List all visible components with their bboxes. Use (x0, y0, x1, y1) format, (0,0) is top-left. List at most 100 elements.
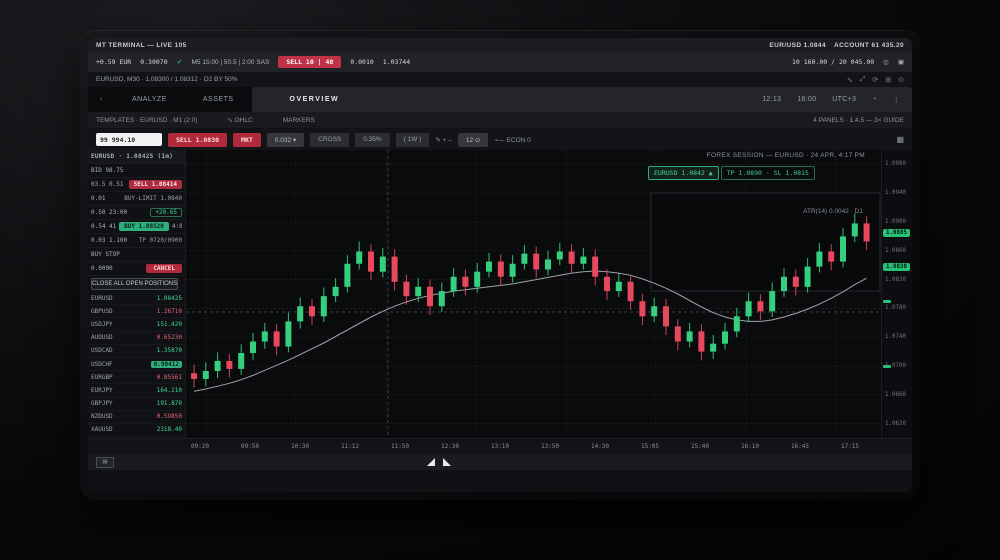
candlestick-chart[interactable]: FOREX SESSION — EURUSD · 24 APR, 4:17 PM… (186, 150, 881, 438)
watchlist-symbol: USDJPY (91, 321, 113, 328)
percent-button[interactable]: 0.35% (355, 133, 389, 147)
price-marker (883, 365, 891, 368)
symbolbar-icons: ∿ ⤢ ⟳ ⊞ ⊙ (847, 76, 904, 84)
pin-icon[interactable]: ◎ (883, 58, 889, 66)
watchlist-symbol: EURGBP (91, 374, 113, 381)
tab-assets[interactable]: ASSETS (185, 87, 252, 112)
price-tick: 1.0740 (885, 334, 906, 340)
time-tick: 16:45 (791, 443, 809, 450)
symbol-info: EURUSD, M30 · 1.08300 / 1.08312 · O2 BY … (96, 76, 238, 83)
watchlist-item-eurjpy[interactable]: EURJPY164.210 (88, 384, 185, 397)
spread-value: 0.0010 (350, 58, 373, 66)
quote-delta: +0.59 EUR (96, 58, 131, 66)
order-row-label: 0.50 23:00 (91, 209, 127, 216)
time-tick: 11:12 (341, 443, 359, 450)
buy-order-pill[interactable]: BUY 1.08520 (119, 222, 169, 231)
back-chevron-icon[interactable]: ‹ (88, 87, 114, 112)
watchlist-item-gbpusd[interactable]: GBPUSD 1.26710 (88, 305, 185, 318)
tab-analyze[interactable]: ANALYZE (114, 87, 185, 112)
market-button[interactable]: MKT (233, 133, 261, 147)
bottom-bar: ▤ (88, 454, 912, 470)
order-row-label: BUY STOP (91, 251, 120, 258)
tooltip-price: EURUSD 1.0842 ▲ (648, 166, 719, 180)
fullscreen-icon[interactable]: ⤢ (860, 76, 866, 84)
watchlist-item-gbpjpy[interactable]: GBPJPY191.870 (88, 398, 185, 411)
screen-footer (88, 470, 912, 492)
kebab-menu-icon[interactable]: ⋮ (893, 96, 900, 104)
watchlist-symbol: USDCHF (91, 361, 113, 368)
watchlist-price: 1.26710 (157, 308, 182, 315)
watchlist-price: 151.420 (157, 321, 182, 328)
pages-button[interactable]: ▤ (96, 457, 114, 468)
order-row-cancel[interactable]: 0.0000CANCEL (88, 262, 185, 276)
desk-background: MT TERMINAL — LIVE 105 EUR/USD 1.0844 AC… (0, 0, 1000, 560)
price-axis[interactable]: 1.09801.09401.09001.08601.08201.07801.07… (881, 150, 912, 438)
camera-icon[interactable]: ⊙ (898, 76, 904, 84)
order-control-row: SELL 1.0830 MKT 0.032 ▾ CROSS 0.35% ( 1W… (88, 129, 912, 150)
time-tick: 17:15 (841, 443, 859, 450)
order-row-label: 03.5 0.51 (91, 181, 124, 188)
refresh-icon[interactable]: ⟳ (872, 76, 878, 84)
time-axis[interactable]: 09:2009:5010:3011:1211:5012:3013:1013:50… (88, 438, 912, 454)
profit-tag: +20.65 (150, 208, 182, 217)
titlebar-quote: EUR/USD 1.0844 (769, 42, 826, 49)
quote-bar: +0.59 EUR 0.30070 ✓ M5 15:00 | 50.5 | 2:… (88, 52, 912, 72)
watchlist-item-audusd[interactable]: AUDUSD0.65230 (88, 332, 185, 345)
price-tag: 1.0838 (883, 263, 910, 271)
watchlist-symbol: AUDUSD (91, 334, 113, 341)
sell-order-pill[interactable]: SELL 1.08414 (129, 180, 182, 189)
price-tag: 1.0885 (883, 229, 910, 237)
time-tick: 09:50 (241, 443, 259, 450)
layout-icon[interactable]: ▦ (896, 135, 904, 144)
order-row-plain: 0.03 1.100TP 0720/0900 (88, 234, 185, 248)
range-button[interactable]: ( 1W ) (396, 133, 430, 147)
price-tick: 1.0820 (885, 277, 906, 283)
watchlist-item-xauusd[interactable]: XAUUSD2318.40 (88, 424, 185, 437)
lot-size-dropdown[interactable]: 0.032 ▾ (267, 133, 304, 147)
order-row-gtag: 0.50 23:00 +20.65 (88, 206, 185, 220)
watchlist-item-usdchf[interactable]: USDCHF0.90412 (88, 358, 185, 371)
step-forward-icon[interactable] (443, 458, 451, 466)
step-back-icon[interactable] (427, 458, 435, 466)
cross-button[interactable]: CROSS (310, 133, 349, 147)
watchlist-price: 164.210 (157, 387, 182, 394)
grid-icon[interactable]: ▣ (898, 58, 904, 66)
ohlc-toggle[interactable]: ∿ OHLC (227, 116, 252, 124)
watchlist-item-eurusd[interactable]: EURUSD1.08425 (88, 292, 185, 305)
order-panel: EURUSD · 1.08425 (1m)BID 98.75 03.5 0.51 S… (88, 150, 185, 292)
markers-toggle[interactable]: MARKERS (283, 117, 315, 124)
cancel-order-button[interactable]: CANCEL (146, 264, 182, 273)
sell-quick-button[interactable]: SELL 10 | 48 (278, 56, 341, 68)
chart-tooltip: EURUSD 1.0842 ▲ TP 1.0890 · SL 1.0815 (648, 166, 815, 180)
tab-bar: ‹ ANALYZE ASSETS OVERVIEW 12:13 16:00 UT… (88, 87, 912, 112)
clock-icon[interactable]: ◔ (872, 96, 877, 103)
draw-tools-icon[interactable]: ✎ + – (435, 136, 451, 144)
order-row-sub: BID 98.75 (88, 164, 185, 178)
playback-controls (427, 458, 451, 466)
order-row-wide[interactable]: CLOSE ALL OPEN POSITIONS (88, 276, 185, 292)
order-row-head: EURUSD · 1.08425 (1m) (88, 150, 185, 164)
sell-button[interactable]: SELL 1.0830 (168, 133, 227, 147)
chart-canvas[interactable] (186, 150, 881, 438)
grid-layout-icon[interactable]: ⊞ (885, 76, 891, 84)
time-tick: 14:30 (591, 443, 609, 450)
watchlist-item-usdjpy[interactable]: USDJPY 151.420 (88, 318, 185, 331)
order-row-dark: 0.01BUY-LIMIT 1.0840 (88, 192, 185, 206)
watchlist-symbol: GBPUSD (91, 308, 113, 315)
order-row-sub: BUY STOP (88, 248, 185, 262)
watchlist-item-nzdusd[interactable]: NZDUSD0.59850 (88, 411, 185, 424)
watchlist-item-usdcad[interactable]: USDCAD1.35870 (88, 345, 185, 358)
time-tick: 10:30 (291, 443, 309, 450)
active-tab-label: OVERVIEW (290, 96, 340, 103)
close-all-button[interactable]: CLOSE ALL OPEN POSITIONS (91, 278, 178, 290)
watchlist-price: 1.08425 (157, 295, 182, 302)
econ-calendar-toggle[interactable]: ⌁— ECON 0 (494, 136, 530, 144)
indicator-icon[interactable]: ∿ (847, 76, 853, 84)
amount-input[interactable] (96, 133, 162, 146)
watchlist-item-eurgbp[interactable]: EURGBP0.85561 (88, 371, 185, 384)
balance-info: 10 160.00 / 20 045.00 (792, 58, 874, 66)
tooltip-levels: TP 1.0890 · SL 1.0815 (721, 166, 815, 180)
grid-settings-button[interactable]: 12 ⊙ (458, 133, 488, 147)
tab-overview-active[interactable]: OVERVIEW 12:13 16:00 UTC+3 ◔ ⋮ (252, 87, 912, 112)
time-tick: 13:10 (491, 443, 509, 450)
